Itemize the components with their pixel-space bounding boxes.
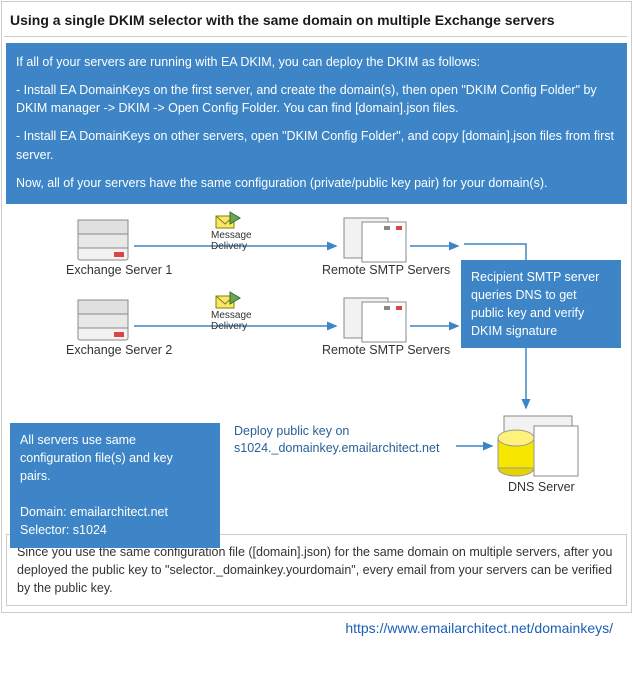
deploy-line: s1024._domainkey.emailarchitect.net (234, 441, 439, 455)
callout-line: queries DNS to get (471, 288, 577, 302)
server-icon (78, 220, 128, 260)
callout-line: All servers use same (20, 433, 136, 447)
callout-line: Selector: s1024 (20, 523, 107, 537)
deploy-text: Deploy public key on s1024._domainkey.em… (234, 423, 464, 458)
intro-p2: - Install EA DomainKeys on the first ser… (16, 81, 617, 117)
server-icon (78, 300, 128, 340)
diagram-area: Exchange Server 1 Exchange Server 2 Mess… (6, 208, 629, 528)
label-dns: DNS Server (508, 480, 575, 494)
document-frame: Using a single DKIM selector with the sa… (1, 1, 632, 613)
callout-line: pairs. (20, 469, 51, 483)
remote-server-icon (344, 218, 406, 262)
label-msg2: Message Delivery (211, 310, 252, 332)
callout-line: Recipient SMTP server (471, 270, 599, 284)
source-link[interactable]: https://www.emailarchitect.net/domainkey… (0, 614, 633, 638)
label-exchange2: Exchange Server 2 (66, 343, 172, 357)
page-title: Using a single DKIM selector with the sa… (2, 2, 631, 36)
intro-p4: Now, all of your servers have the same c… (16, 174, 617, 192)
callout-left: All servers use same configuration file(… (10, 423, 220, 548)
callout-line: DKIM signature (471, 324, 557, 338)
label-remote1: Remote SMTP Servers (322, 263, 450, 277)
divider (4, 36, 627, 37)
dns-server-icon (498, 416, 578, 476)
remote-server-icon (344, 298, 406, 342)
label-msg1: Message Delivery (211, 230, 252, 252)
callout-right: Recipient SMTP server queries DNS to get… (461, 260, 621, 349)
envelope-icon (216, 212, 240, 228)
label-remote2: Remote SMTP Servers (322, 343, 450, 357)
intro-box: If all of your servers are running with … (6, 43, 627, 204)
envelope-icon (216, 292, 240, 308)
callout-line: public key and verify (471, 306, 584, 320)
deploy-line: Deploy public key on (234, 424, 349, 438)
callout-line: Domain: emailarchitect.net (20, 505, 168, 519)
callout-line: configuration file(s) and key (20, 451, 173, 465)
intro-p1: If all of your servers are running with … (16, 53, 617, 71)
intro-p3: - Install EA DomainKeys on other servers… (16, 127, 617, 163)
label-exchange1: Exchange Server 1 (66, 263, 172, 277)
